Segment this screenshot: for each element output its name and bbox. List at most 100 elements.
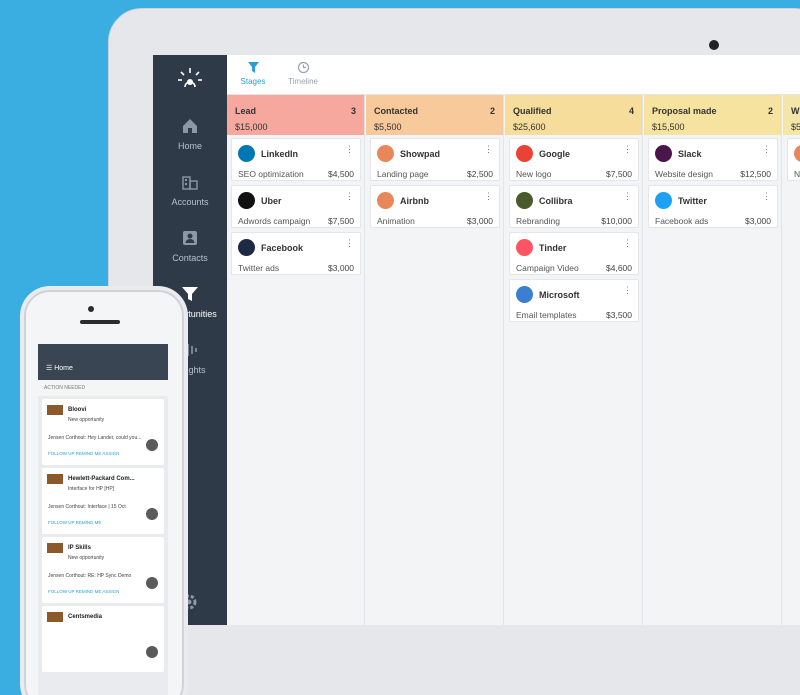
company-name: Slack <box>678 149 702 159</box>
company-name: Tinder <box>539 243 567 253</box>
more-options-icon[interactable]: ⋮ <box>623 239 632 248</box>
more-options-icon[interactable]: ⋮ <box>345 192 354 201</box>
opportunity-card[interactable]: ⋮Ne <box>787 138 800 181</box>
company-name: Google <box>539 149 570 159</box>
phone-card-subtitle: New opportunity <box>68 555 105 561</box>
phone-card-actions[interactable]: FOLLOW UP REMIND ME ASSIGN <box>48 451 119 456</box>
phone-card-meta: Jensen Corthout: Interface | 15 Oct <box>48 504 126 510</box>
more-options-icon[interactable]: ⋮ <box>762 192 771 201</box>
opportunity-title: Campaign Video <box>516 263 579 273</box>
stage-name: Contacted <box>374 106 419 116</box>
phone-activity-card[interactable]: IP Skills New opportunity Jensen Corthout:… <box>42 537 164 603</box>
app-logo-icon[interactable] <box>176 65 204 93</box>
tab-stages[interactable]: Stages <box>233 61 273 86</box>
sidebar-item-accounts[interactable]: Accounts <box>153 173 227 207</box>
opportunity-card[interactable]: Collibra ⋮ Rebranding $10,000 <box>509 185 639 228</box>
stage-name: Proposal made <box>652 106 717 116</box>
phone-card-subtitle: New opportunity <box>68 417 105 423</box>
contacts-icon <box>183 231 197 245</box>
more-options-icon[interactable]: ⋮ <box>623 145 632 154</box>
opportunity-title: New logo <box>516 169 552 179</box>
avatar <box>146 646 158 658</box>
phone-card-title: IP Skills <box>68 545 91 551</box>
company-name: Collibra <box>539 196 573 206</box>
opportunity-amount: $3,500 <box>606 310 632 320</box>
stage-header[interactable]: Contacted 2 $5,500 <box>366 95 503 135</box>
opportunity-card[interactable]: Facebook ⋮ Twitter ads $3,000 <box>231 232 361 275</box>
more-options-icon[interactable]: ⋮ <box>762 145 771 154</box>
opportunity-card[interactable]: Uber ⋮ Adwords campaign $7,500 <box>231 185 361 228</box>
phone-speaker <box>80 320 120 324</box>
more-options-icon[interactable]: ⋮ <box>345 145 354 154</box>
company-logo-icon <box>47 612 63 622</box>
stage-header[interactable]: W $5 <box>783 95 800 135</box>
stage-column: Qualified 4 $25,600 Google ⋮ New logo $7,500 Co… <box>505 95 643 625</box>
opportunity-amount: $12,500 <box>740 169 771 179</box>
accounts-icon <box>182 176 198 190</box>
phone-header: ☰ Home <box>38 358 168 380</box>
phone-card-title: Centsmedia <box>68 614 103 620</box>
tab-label: Timeline <box>288 77 318 86</box>
opportunity-card[interactable]: Microsoft ⋮ Email templates $3,500 <box>509 279 639 322</box>
company-logo-icon <box>516 145 533 162</box>
more-options-icon[interactable]: ⋮ <box>623 286 632 295</box>
stage-header[interactable]: Proposal made 2 $15,500 <box>644 95 781 135</box>
sidebar-item-label: Accounts <box>171 197 209 207</box>
opportunity-card[interactable]: LinkedIn ⋮ SEO optimization $4,500 <box>231 138 361 181</box>
avatar <box>146 439 158 451</box>
stage-name: W <box>791 106 800 116</box>
phone-screen: ☰ Home ACTION NEEDED Bloovi New opportuni… <box>38 344 168 695</box>
tab-label: Stages <box>240 77 266 86</box>
opportunity-title: Landing page <box>377 169 429 179</box>
stage-name: Lead <box>235 106 257 116</box>
opportunity-card[interactable]: Tinder ⋮ Campaign Video $4,600 <box>509 232 639 275</box>
phone-activity-card[interactable]: Bloovi New opportunity Jensen Corthout: He… <box>42 399 164 465</box>
laptop-camera <box>709 40 719 50</box>
opportunity-title: SEO optimization <box>238 169 304 179</box>
company-logo-icon <box>238 145 255 162</box>
opportunity-title: Adwords campaign <box>238 216 311 226</box>
stage-amount: $5,500 <box>374 122 402 132</box>
opportunity-amount: $4,500 <box>328 169 354 179</box>
phone-activity-card[interactable]: Centsmedia <box>42 606 164 672</box>
opportunity-title: Rebranding <box>516 216 560 226</box>
more-options-icon[interactable]: ⋮ <box>484 145 493 154</box>
opportunity-amount: $2,500 <box>467 169 493 179</box>
menu-icon[interactable]: ☰ <box>46 365 52 372</box>
opportunity-title: Ne <box>794 169 800 179</box>
opportunity-card[interactable]: Twitter ⋮ Facebook ads $3,000 <box>648 185 778 228</box>
company-logo-icon <box>47 474 63 484</box>
company-logo-icon <box>47 405 63 415</box>
tab-timeline[interactable]: Timeline <box>283 61 323 86</box>
stage-header[interactable]: Qualified 4 $25,600 <box>505 95 642 135</box>
phone-card-title: Bloovi <box>68 407 87 413</box>
company-logo-icon <box>794 145 800 162</box>
stage-header[interactable]: Lead 3 $15,000 <box>227 95 364 135</box>
stage-amount: $15,500 <box>652 122 685 132</box>
phone-camera <box>88 306 94 312</box>
opportunity-title: Facebook ads <box>655 216 709 226</box>
more-options-icon[interactable]: ⋮ <box>623 192 632 201</box>
opportunity-title: Twitter ads <box>238 263 280 273</box>
sidebar-item-label: Home <box>177 141 202 151</box>
opportunity-card[interactable]: Airbnb ⋮ Animation $3,000 <box>370 185 500 228</box>
stage-column: Contacted 2 $5,500 Showpad ⋮ Landing page $2,5… <box>366 95 504 625</box>
phone-section-title: ACTION NEEDED <box>38 380 168 396</box>
more-options-icon[interactable]: ⋮ <box>345 239 354 248</box>
phone-card-actions[interactable]: FOLLOW UP REMIND ME <box>48 520 101 525</box>
more-options-icon[interactable]: ⋮ <box>484 192 493 201</box>
sidebar-item-home[interactable]: Home <box>153 117 227 151</box>
phone-card-actions[interactable]: FOLLOW UP REMIND ME ASSIGN <box>48 589 119 594</box>
company-name: Facebook <box>261 243 304 253</box>
company-logo-icon <box>238 239 255 256</box>
company-name: Uber <box>261 196 282 206</box>
stage-column: W $5 ⋮Ne <box>783 95 800 625</box>
phone-activity-card[interactable]: Hewlett-Packard Com... Interface for HP [… <box>42 468 164 534</box>
opportunity-card[interactable]: Showpad ⋮ Landing page $2,500 <box>370 138 500 181</box>
company-logo-icon <box>47 543 63 553</box>
sidebar-item-contacts[interactable]: Contacts <box>153 229 227 263</box>
opportunity-card[interactable]: Google ⋮ New logo $7,500 <box>509 138 639 181</box>
opportunity-card[interactable]: Slack ⋮ Website design $12,500 <box>648 138 778 181</box>
phone-card-list: Bloovi New opportunity Jensen Corthout: He… <box>38 399 168 672</box>
stage-column: Proposal made 2 $15,500 Slack ⋮ Website desig… <box>644 95 782 625</box>
